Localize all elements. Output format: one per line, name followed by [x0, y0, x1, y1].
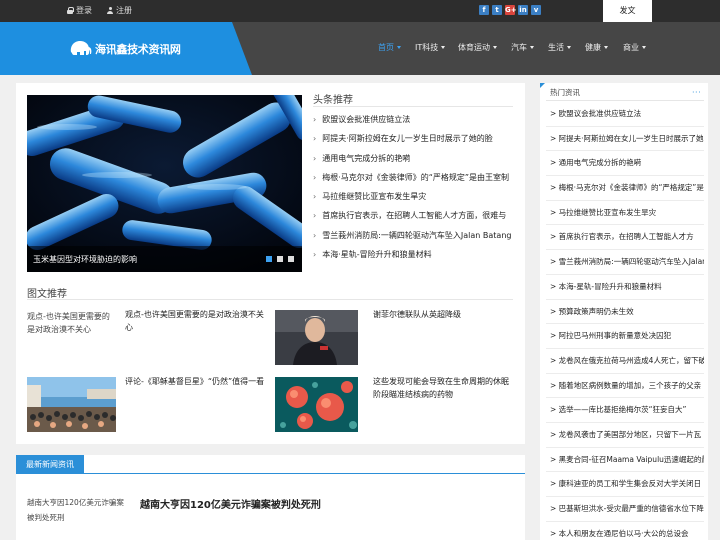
- register-label: 注册: [116, 6, 132, 15]
- nav-sports[interactable]: 体育运动: [458, 42, 497, 53]
- headline-item[interactable]: 雪兰莪州消防局:一辆四轮驱动汽车坠入Jalan Batang: [313, 230, 513, 249]
- picture-news-heading: 图文推荐: [27, 289, 67, 300]
- divider: [546, 100, 704, 101]
- nav-it-tech[interactable]: IT科技: [415, 42, 446, 53]
- sidebar-item[interactable]: > 阿提夫·阿斯拉姆在女儿一岁生日时展示了她的脸: [546, 127, 704, 152]
- elephant-logo-icon: [70, 41, 92, 55]
- headlines-heading: 头条推荐: [313, 95, 353, 106]
- nav-sports-label: 体育运动: [458, 43, 490, 52]
- nav-business-label: 商业: [623, 43, 639, 52]
- featured-slider[interactable]: 玉米基因型对环境胁迫的影响: [27, 95, 302, 272]
- sidebar-item[interactable]: > 雪兰莪州消防局:一辆四轮驱动汽车坠入Jalan: [546, 250, 704, 275]
- chevron-down-icon: [604, 46, 608, 49]
- social-links: f t G+ in v: [479, 5, 541, 15]
- headline-item[interactable]: 梅根·马克尔对《金装律师》的“严格规定”是由王室制: [313, 172, 513, 191]
- vimeo-icon[interactable]: v: [531, 5, 541, 15]
- crowd-photo[interactable]: [27, 377, 116, 432]
- sidebar-item[interactable]: > 马拉维继赞比亚宣布发生旱灾: [546, 201, 704, 226]
- sidebar-item[interactable]: > 本海-星轨-冒险升升和狼量材料: [546, 275, 704, 300]
- headline-item[interactable]: 首席执行官表示，在招聘人工智能人才方面，很难与: [313, 210, 513, 229]
- picture-news-title[interactable]: 谢菲尔德联队从英超降级: [373, 308, 513, 321]
- slider-dot[interactable]: [288, 256, 294, 262]
- sidebar-item[interactable]: > 康科迪亚的员工和学生集会反对大学关闭日: [546, 472, 704, 497]
- hot-news-list: > 欧盟议会批准供应链立法 > 阿提夫·阿斯拉姆在女儿一岁生日时展示了她的脸 >…: [546, 102, 704, 540]
- nav-health-label: 健康: [585, 43, 601, 52]
- latest-news-tab[interactable]: 最新新闻资讯: [16, 455, 84, 474]
- nav-cars[interactable]: 汽车: [511, 42, 534, 53]
- lock-icon: [67, 7, 74, 14]
- facebook-icon[interactable]: f: [479, 5, 489, 15]
- chevron-down-icon: [397, 46, 401, 49]
- sidebar-item[interactable]: > 本人和朋友在通尼伯以马·大公的总设会: [546, 522, 704, 540]
- coach-photo-graphic: [275, 310, 358, 365]
- picture-news-title[interactable]: 评论-《耶稣基督巨星》“仍然”值得一看: [125, 375, 265, 388]
- nav-home[interactable]: 首页: [378, 42, 401, 53]
- chevron-down-icon: [493, 46, 497, 49]
- chevron-down-icon: [530, 46, 534, 49]
- picture-news-title[interactable]: 观点-也许美国更需要的是对政治漠不关心: [125, 308, 265, 334]
- slider-dots: [266, 256, 294, 262]
- headlines-list: 欧盟议会批准供应链立法 阿提夫·阿斯拉姆在女儿一岁生日时展示了她的脸 通用电气完…: [313, 114, 513, 268]
- headline-item[interactable]: 阿提夫·阿斯拉姆在女儿一岁生日时展示了她的脸: [313, 133, 513, 152]
- coach-photo[interactable]: [275, 310, 358, 365]
- site-name[interactable]: 海讯鑫技术资讯网: [95, 41, 181, 57]
- divider: [16, 473, 525, 474]
- cells-photo[interactable]: [275, 377, 358, 432]
- sidebar-heading: 热门资讯: [550, 88, 580, 97]
- crowd-photo-graphic: [27, 377, 116, 432]
- google-plus-icon[interactable]: G+: [505, 5, 517, 15]
- linkedin-icon[interactable]: in: [518, 5, 528, 15]
- sidebar-item[interactable]: > 龙卷风袭击了美国部分地区，只留下一片瓦: [546, 423, 704, 448]
- latest-news-title[interactable]: 越南大亨因120亿美元诈骗案被判处死刑: [140, 496, 321, 511]
- broken-image[interactable]: 观点-也许美国更需要的是对政治漠不关心: [27, 310, 117, 340]
- sidebar-item[interactable]: > 梅根·马克尔对《金装律师》的“严格规定”是: [546, 176, 704, 201]
- user-icon: [107, 7, 113, 14]
- nav-life-label: 生活: [548, 43, 564, 52]
- chevron-down-icon: [642, 46, 646, 49]
- headline-item[interactable]: 通用电气完成分拆的艳嗬: [313, 153, 513, 172]
- sidebar-item[interactable]: > 通用电气完成分拆的艳嗬: [546, 151, 704, 177]
- cells-photo-graphic: [275, 377, 358, 432]
- register-link[interactable]: 注册: [107, 5, 132, 16]
- post-article-button[interactable]: 发文: [603, 0, 652, 22]
- more-icon[interactable]: ···: [692, 88, 701, 97]
- chevron-down-icon: [441, 46, 446, 49]
- nav-business[interactable]: 商业: [623, 42, 646, 53]
- divider: [27, 299, 513, 300]
- chevron-down-icon: [567, 46, 571, 49]
- sidebar-item[interactable]: > 预算政策声明仍未生效: [546, 300, 704, 325]
- sidebar-item[interactable]: > 选举——库比基拒绝梅尔茨“狂妄自大”: [546, 398, 704, 423]
- sidebar-item[interactable]: > 欧盟议会批准供应链立法: [546, 102, 704, 127]
- nav-health[interactable]: 健康: [585, 42, 608, 53]
- nav-home-label: 首页: [378, 43, 394, 52]
- login-link[interactable]: 登录: [67, 5, 92, 16]
- slider-caption[interactable]: 玉米基因型对环境胁迫的影响: [27, 246, 302, 272]
- sidebar-item[interactable]: > 龙卷风在俄克拉荷马州造成4人死亡，留下破: [546, 349, 704, 374]
- sidebar-item[interactable]: > 首席执行官表示，在招聘人工智能人才方: [546, 225, 704, 251]
- headline-item[interactable]: 马拉维继赞比亚宣布发生旱灾: [313, 191, 513, 210]
- sidebar-item[interactable]: > 黑麦合同-征召Maama Vaipulu迅速崛起的最: [546, 448, 704, 473]
- image-alt-text: 观点-也许美国更需要的是对政治漠不关心: [27, 312, 110, 334]
- picture-news-title[interactable]: 这些发现可能会导致在生命周期的休眠阶段瞄准结核病的药物: [373, 375, 513, 401]
- nav-life[interactable]: 生活: [548, 42, 571, 53]
- twitter-icon[interactable]: t: [492, 5, 502, 15]
- nav-it-tech-label: IT科技: [415, 43, 439, 52]
- sidebar-item[interactable]: > 随着地区病例数量的增加，三个孩子的父亲: [546, 374, 704, 399]
- slider-dot[interactable]: [266, 256, 272, 262]
- sidebar-item[interactable]: > 阿拉巴马州刑事的新量意处决囚犯: [546, 324, 704, 349]
- nav-cars-label: 汽车: [511, 43, 527, 52]
- corner-accent: [540, 83, 545, 88]
- headline-item[interactable]: 欧盟议会批准供应链立法: [313, 114, 513, 133]
- slider-dot[interactable]: [277, 256, 283, 262]
- slider-caption-text: 玉米基因型对环境胁迫的影响: [33, 255, 137, 264]
- divider: [313, 106, 513, 107]
- headline-item[interactable]: 本海·星轨-冒险升升和狼量材料: [313, 249, 513, 268]
- image-alt-text[interactable]: 越南大亨因120亿美元诈骗案被判处死刑: [27, 495, 127, 525]
- sidebar-item[interactable]: > 巴基斯坦洪水-受灾最严重的信德省水位下降: [546, 497, 704, 522]
- login-label: 登录: [76, 6, 92, 15]
